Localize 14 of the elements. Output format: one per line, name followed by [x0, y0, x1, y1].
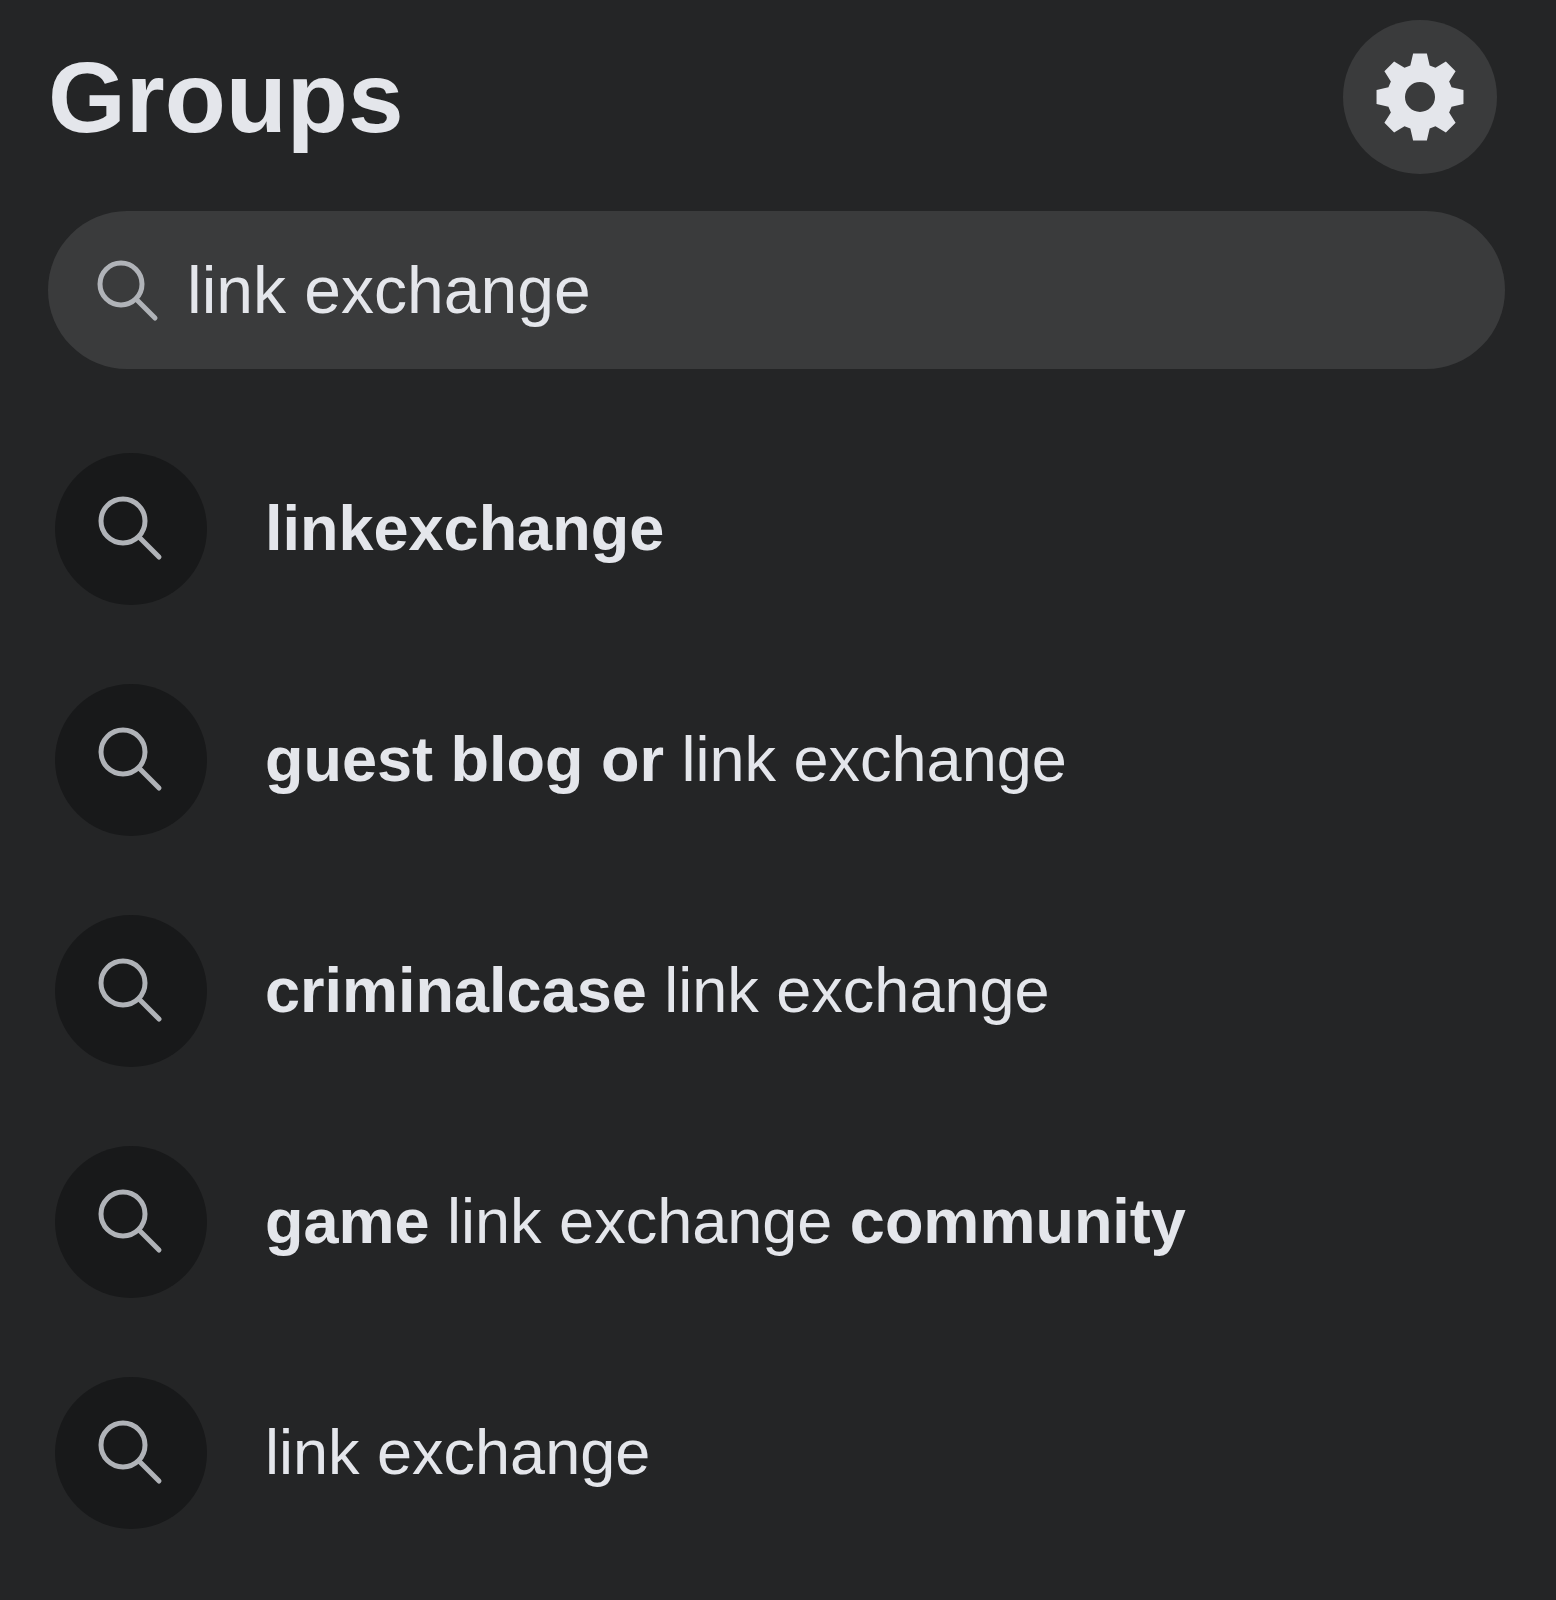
page-title: Groups: [48, 40, 404, 155]
settings-icon: [1376, 53, 1464, 141]
search-icon: [55, 1376, 207, 1529]
search-suggestion[interactable]: game link exchange community: [55, 1145, 1186, 1298]
search-suggestion[interactable]: link exchange: [55, 1376, 651, 1529]
search-suggestion[interactable]: criminalcase link exchange: [55, 914, 1050, 1067]
search-icon: [95, 258, 159, 322]
search-icon: [55, 683, 207, 836]
search-icon: [55, 1145, 207, 1298]
search-suggestion[interactable]: guest blog or link exchange: [55, 683, 1067, 836]
search-suggestion[interactable]: linkexchange: [55, 452, 665, 605]
search-icon: [55, 914, 207, 1067]
search-field[interactable]: link exchange: [48, 211, 1505, 369]
search-icon: [55, 452, 207, 605]
